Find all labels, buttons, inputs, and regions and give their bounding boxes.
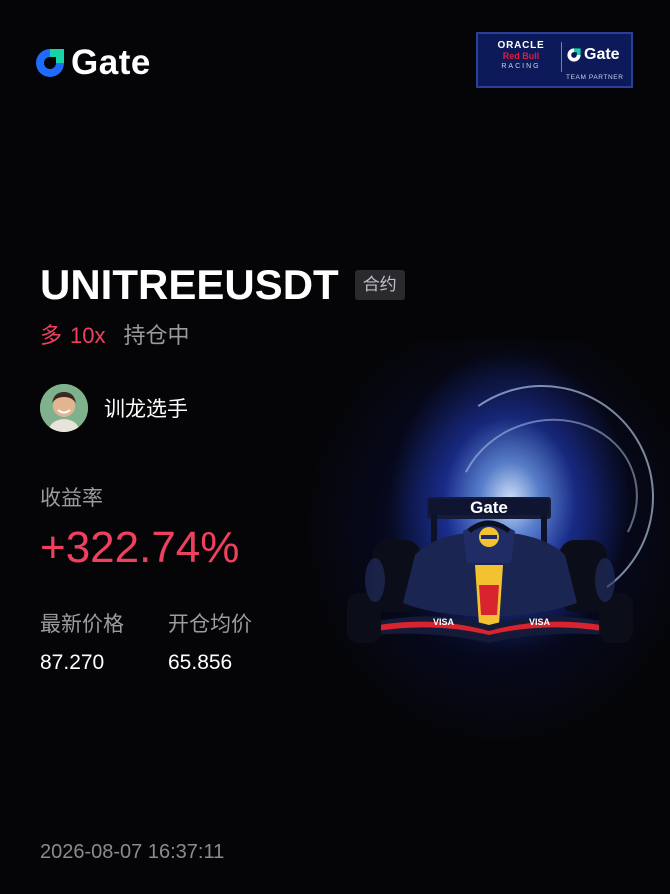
share-card: Gate ORACLE Red Bull RACING Gate TEAM PA… bbox=[0, 0, 670, 894]
f1-car-illustration: Gate VISA VISA bbox=[347, 497, 633, 643]
leverage: 10x bbox=[70, 323, 106, 348]
latest-price-value: 87.270 bbox=[40, 651, 105, 674]
roi-value: +322.74% bbox=[40, 523, 240, 572]
position-status: 持仓中 bbox=[123, 324, 190, 349]
user-name: 训龙选手 bbox=[104, 397, 188, 421]
brand-name: Gate bbox=[71, 43, 151, 82]
avatar-icon bbox=[40, 384, 88, 432]
contract-symbol: UNITREEUSDT bbox=[40, 261, 339, 308]
partner-gate-text: Gate bbox=[584, 46, 620, 63]
team-partner-caption: TEAM PARTNER bbox=[566, 74, 624, 81]
partner-gate-logo: Gate bbox=[566, 46, 620, 64]
entry-price-block: 开仓均价 65.856 bbox=[168, 610, 252, 676]
racing-text: RACING bbox=[501, 63, 541, 70]
position-side: 多 bbox=[40, 324, 63, 349]
roi-label: 收益率 bbox=[40, 486, 103, 510]
entry-price-value: 65.856 bbox=[168, 651, 233, 674]
oracle-text: ORACLE bbox=[497, 40, 545, 51]
latest-price-block: 最新价格 87.270 bbox=[40, 610, 124, 676]
oracle-red-bull-logo: ORACLE Red Bull RACING bbox=[486, 40, 556, 72]
timestamp: 2026-08-07 16:37:11 bbox=[40, 841, 225, 863]
symbol-row: UNITREEUSDT 合约 bbox=[40, 262, 405, 308]
contract-type-badge: 合约 bbox=[354, 270, 405, 300]
partner-divider bbox=[561, 42, 562, 72]
side-sponsor-text: VISA bbox=[529, 617, 551, 627]
gate-logo-icon bbox=[36, 49, 64, 77]
entry-price-label: 开仓均价 bbox=[168, 612, 252, 636]
side-sponsor-text: VISA bbox=[433, 617, 455, 627]
gate-logo: Gate bbox=[33, 43, 151, 83]
gate-logo-icon bbox=[567, 48, 581, 62]
position-info: 多 10x 持仓中 bbox=[40, 318, 190, 350]
team-partner-badge: ORACLE Red Bull RACING Gate TEAM PARTNER bbox=[476, 32, 633, 88]
latest-price-label: 最新价格 bbox=[40, 612, 124, 636]
avatar bbox=[40, 384, 88, 432]
rear-wing-text: Gate bbox=[470, 498, 508, 517]
user-row: 训龙选手 bbox=[40, 384, 188, 432]
red-bull-text: Red Bull bbox=[502, 51, 540, 61]
